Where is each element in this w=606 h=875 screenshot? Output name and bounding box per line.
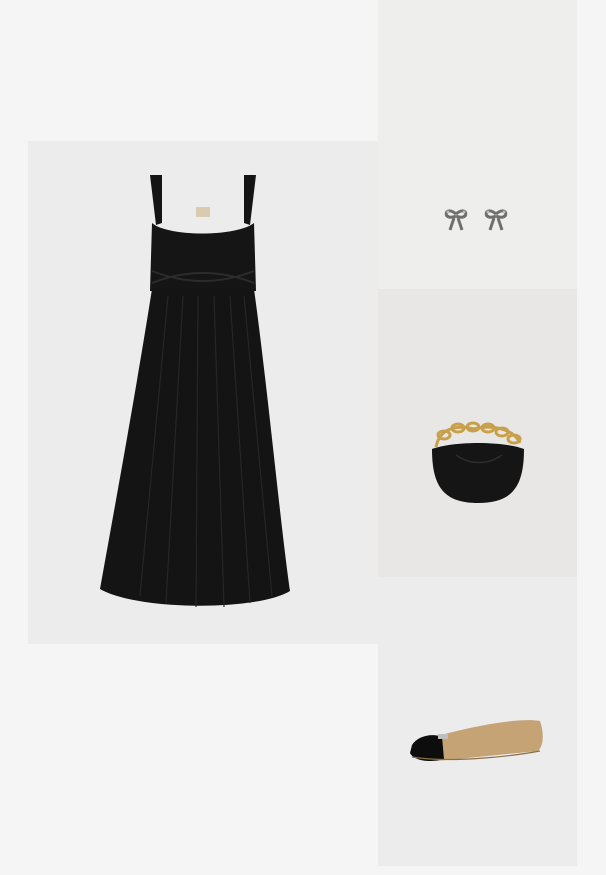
dress-product-tile[interactable] bbox=[28, 141, 378, 644]
chain-handbag-icon bbox=[432, 421, 524, 503]
bag-product-tile[interactable] bbox=[378, 289, 577, 577]
outfit-collage bbox=[0, 0, 606, 875]
bow-earrings-icon bbox=[444, 209, 508, 231]
black-midi-dress-icon bbox=[100, 175, 290, 608]
cap-toe-ballet-flat-icon bbox=[410, 720, 543, 761]
shoe-product-tile[interactable] bbox=[378, 577, 577, 866]
earrings-product-tile[interactable] bbox=[378, 0, 577, 289]
